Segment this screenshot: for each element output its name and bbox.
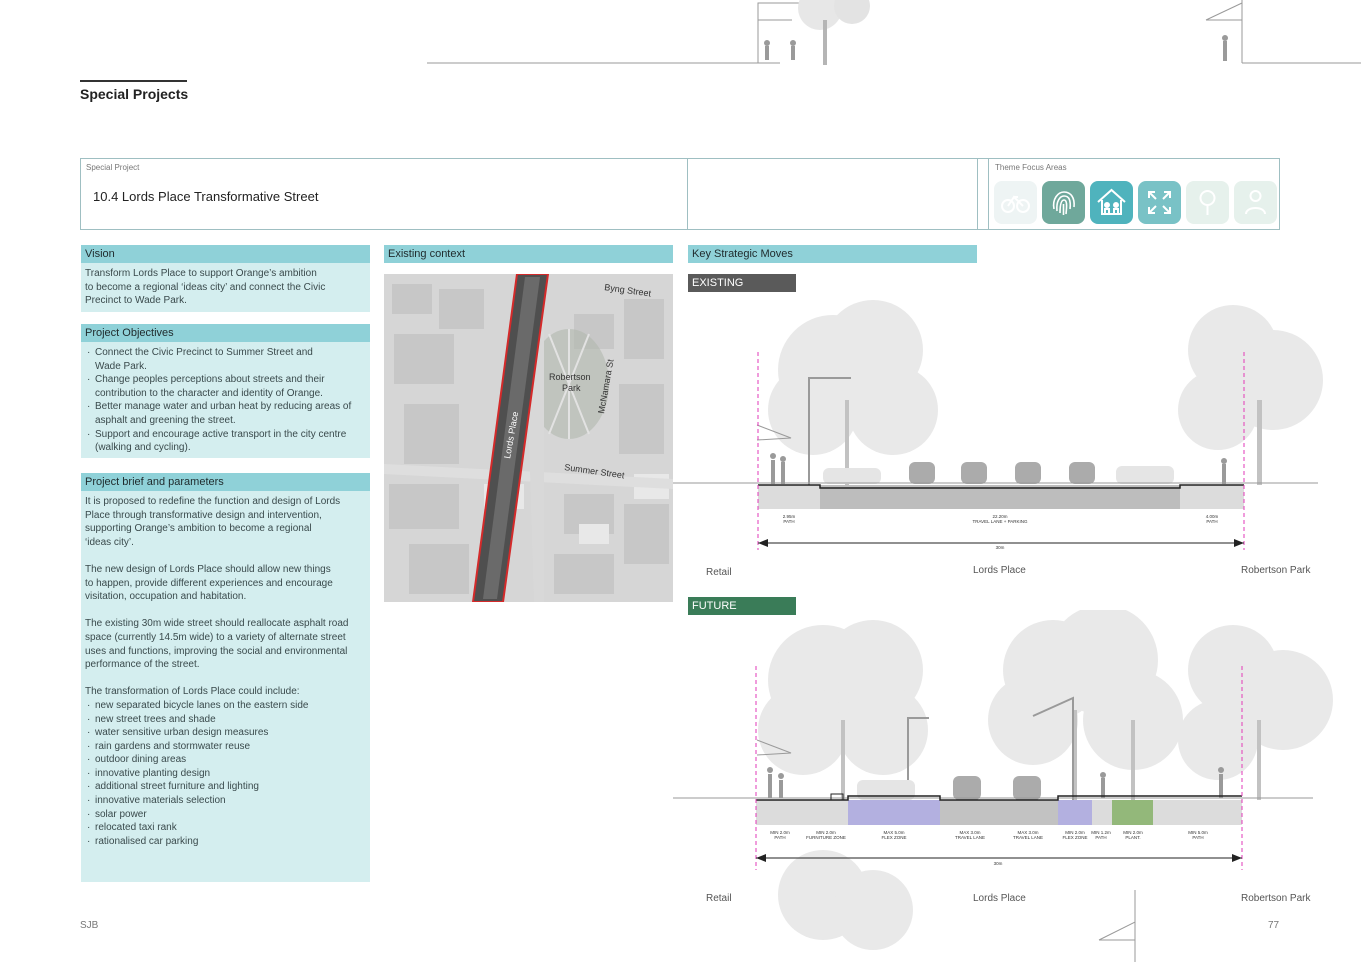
existing-dim-1: 2.95m PATH — [782, 514, 796, 524]
future-dim-9: MIN 5.0m PATH — [1188, 830, 1208, 840]
brief-body: It is proposed to redefine the function … — [81, 491, 370, 882]
list-item: additional street furniture and lighting — [85, 780, 366, 794]
list-item: Connect the Civic Precinct to Summer Str… — [85, 346, 366, 373]
objectives-list: Connect the Civic Precinct to Summer Str… — [85, 346, 366, 455]
theme-focus-label: Theme Focus Areas — [995, 163, 1067, 172]
future-dim-1: MIN 2.0m PATH — [770, 830, 790, 840]
list-item: rain gardens and stormwater reuse — [85, 740, 366, 754]
project-header-divider-2 — [977, 158, 978, 230]
future-dim-8: MIN 2.0m PLANT. — [1123, 830, 1143, 840]
vision-body: Transform Lords Place to support Orange’… — [81, 263, 370, 312]
existing-label-park: Robertson Park — [1241, 565, 1311, 576]
existing-label-retail: Retail — [706, 567, 732, 578]
aerial-map: Byng Street Robertson Park McNamara St L… — [384, 274, 673, 602]
map-label-park: Park — [562, 383, 581, 393]
section-title: Special Projects — [80, 86, 189, 102]
brief-paragraph: The existing 30m wide street should real… — [85, 618, 349, 671]
future-label-retail: Retail — [706, 893, 732, 904]
list-item: Better manage water and urban heat by re… — [85, 400, 366, 427]
brief-list-intro: The transformation of Lords Place could … — [85, 686, 300, 698]
bicycle-icon — [994, 181, 1037, 224]
list-item: water sensitive urban design measures — [85, 726, 366, 740]
vision-line: Precinct to Wade Park. — [85, 295, 187, 307]
future-total: 30m — [993, 861, 1003, 866]
tree-network-icon — [1186, 181, 1229, 224]
future-dim-6: MIN 2.0m FLEX ZONE — [1062, 830, 1088, 840]
list-item: new separated bicycle lanes on the easte… — [85, 699, 366, 713]
section-title-rule — [80, 80, 187, 82]
fingerprint-icon — [1042, 181, 1085, 224]
context-heading: Existing context — [384, 245, 673, 263]
community-house-icon — [1090, 181, 1133, 224]
existing-dim-2: 22.20m TRAVEL LANE + PARKING — [972, 514, 1028, 524]
existing-label-lords: Lords Place — [973, 565, 1026, 576]
person-icon — [1234, 181, 1277, 224]
project-label: Special Project — [86, 163, 140, 172]
brief-paragraph: The new design of Lords Place should all… — [85, 563, 333, 603]
project-title: 10.4 Lords Place Transformative Street — [93, 189, 319, 204]
list-item: relocated taxi rank — [85, 821, 366, 835]
map-label-robertson: Robertson — [549, 372, 591, 382]
footer-logo-text: SJB — [80, 920, 99, 931]
future-label-park: Robertson Park — [1241, 893, 1311, 904]
future-label-lords: Lords Place — [973, 893, 1026, 904]
future-dim-3: MAX 5.0m FLEX ZONE — [881, 830, 907, 840]
list-item: rationalised car parking — [85, 835, 366, 849]
list-item: innovative planting design — [85, 767, 366, 781]
vision-line: Transform Lords Place to support Orange’… — [85, 268, 317, 279]
list-item: innovative materials selection — [85, 794, 366, 808]
brief-heading: Project brief and parameters — [81, 473, 370, 491]
vision-line: to become a regional ‘ideas city’ and co… — [85, 281, 326, 293]
future-dim-7: MIN 1.2m PATH — [1091, 830, 1111, 840]
header-streetscape-drawing — [427, 0, 1361, 65]
future-dim-5: MAX 3.0m TRAVEL LANE — [1012, 830, 1043, 840]
existing-total: 30m — [995, 545, 1005, 550]
page-number: 77 — [1268, 920, 1280, 931]
objectives-heading: Project Objectives — [81, 324, 370, 342]
objectives-body: Connect the Civic Precinct to Summer Str… — [81, 342, 370, 458]
list-item: new street trees and shade — [85, 713, 366, 727]
future-dim-2: MIN 2.0m FURNITURE ZONE — [806, 830, 846, 840]
vision-heading: Vision — [81, 245, 370, 263]
project-header-divider-1 — [687, 158, 688, 230]
brief-list: new separated bicycle lanes on the easte… — [85, 699, 366, 849]
expand-arrows-icon — [1138, 181, 1181, 224]
future-street-section — [673, 610, 1333, 962]
existing-dim-3: 4.00m PATH — [1205, 514, 1219, 524]
list-item: solar power — [85, 808, 366, 822]
moves-heading: Key Strategic Moves — [688, 245, 977, 263]
brief-paragraph: It is proposed to redefine the function … — [85, 496, 341, 548]
list-item: Support and encourage active transport i… — [85, 428, 366, 455]
list-item: Change peoples perceptions about streets… — [85, 373, 366, 400]
future-dim-4: MAX 3.0m TRAVEL LANE — [954, 830, 985, 840]
list-item: outdoor dining areas — [85, 753, 366, 767]
project-header-divider-3 — [988, 158, 989, 230]
